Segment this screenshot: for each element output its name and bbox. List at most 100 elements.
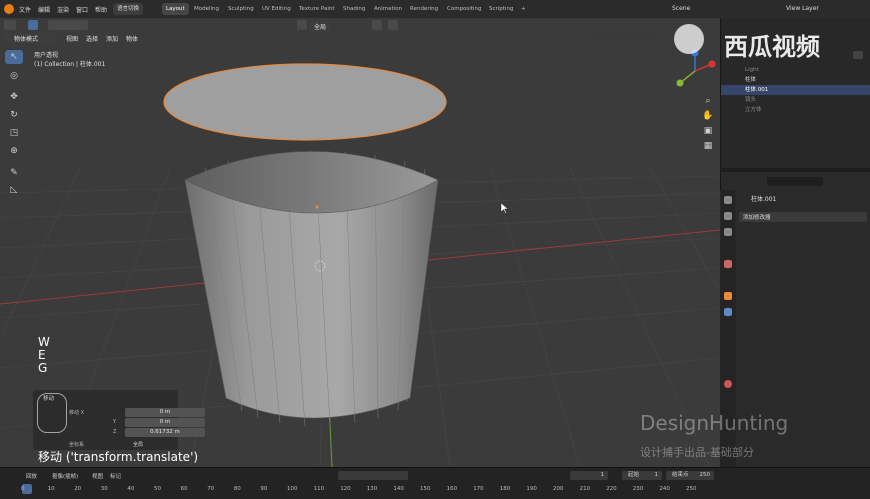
tab-texture-paint[interactable]: Texture Paint — [295, 3, 339, 15]
cursor-tool-icon[interactable]: ◎ — [5, 69, 23, 83]
camera-view-icon[interactable]: ▣ — [701, 124, 715, 138]
properties-search-field[interactable] — [767, 177, 823, 186]
operator-redo-panel[interactable]: 移动 移动 X 0 m Y 0 m Z 0.61732 m 坐标系 全局 — [33, 390, 205, 450]
operator-caption: 移动 ('transform.translate') — [38, 450, 199, 464]
tab-compositing[interactable]: Compositing — [443, 3, 485, 15]
ortho-grid-icon[interactable]: ▦ — [701, 139, 715, 153]
outliner-row[interactable]: 镜头 — [721, 95, 870, 105]
timeline-tick-label: 230 — [632, 486, 644, 492]
menu-window[interactable]: 窗口 — [76, 5, 88, 14]
timeline-tick-label: 190 — [526, 486, 537, 492]
scale-tool-icon[interactable]: ◳ — [5, 126, 23, 140]
timeline-tick-label: 240 — [659, 486, 670, 492]
orientation-label: 坐标系 — [69, 442, 85, 448]
tab-shading[interactable]: Shading — [339, 3, 369, 15]
tab-modeling[interactable]: Modeling — [190, 3, 223, 15]
annotate-tool-icon[interactable]: ✎ — [5, 166, 23, 180]
move-z-field[interactable]: 0.61732 m — [125, 428, 205, 437]
zoom-icon[interactable]: ⌕ — [701, 94, 715, 108]
timeline-tick-label: 180 — [499, 486, 511, 492]
outliner-filter-icon[interactable] — [853, 51, 863, 59]
move-tool-icon[interactable]: ✥ — [5, 90, 23, 104]
output-tab-icon[interactable] — [724, 228, 732, 236]
tab-scripting[interactable]: Scripting — [485, 3, 517, 15]
measure-tool-icon[interactable]: ◺ — [5, 183, 23, 197]
timeline-tick-label: 40 — [127, 486, 135, 492]
current-frame-field[interactable]: 1 — [570, 471, 608, 480]
language-switch-button[interactable]: 语言切换 — [113, 3, 144, 15]
timeline-tick-label: 120 — [340, 486, 351, 492]
timeline-tick-label: 210 — [579, 486, 591, 492]
add-workspace-button[interactable]: + — [517, 3, 530, 15]
blender-logo-icon[interactable] — [4, 4, 14, 14]
menu-marker[interactable]: 标记 — [110, 472, 121, 480]
outliner-row[interactable]: Light — [721, 65, 870, 75]
move-y-field[interactable]: 0 m — [125, 418, 205, 427]
orientation-value[interactable]: 全局 — [133, 441, 143, 448]
view-layer-selector[interactable]: View Layer — [786, 5, 819, 12]
outliner-row-label: 立方体 — [745, 107, 762, 113]
add-modifier-label: 添加修改器 — [743, 215, 771, 221]
menu-view[interactable]: 视图 — [66, 34, 78, 43]
menu-edit[interactable]: 编辑 — [38, 5, 50, 14]
menu-view[interactable]: 视图 — [92, 472, 103, 480]
timeline-tick-label: 140 — [393, 486, 404, 492]
outliner-row-selected[interactable]: 柱体.001 — [721, 85, 870, 95]
proportional-edit-icon[interactable] — [388, 20, 398, 30]
transform-tool-icon[interactable]: ⊕ — [5, 144, 23, 158]
orientation-dropdown[interactable]: 全局 — [310, 21, 331, 32]
tab-sculpting[interactable]: Sculpting — [224, 3, 258, 15]
tab-uv-editing[interactable]: UV Editing — [258, 3, 295, 15]
timeline-editor[interactable]: 回放 抠像(插帧) 视图 标记 1 起始 1 结束点 250 0 10 20 30 40… — [0, 467, 870, 499]
select-box-tool-icon[interactable] — [28, 20, 38, 30]
menu-select[interactable]: 选择 — [86, 34, 98, 43]
object-tab-icon[interactable] — [724, 292, 732, 300]
menu-object[interactable]: 物体 — [126, 34, 138, 43]
scene-tab-icon[interactable] — [724, 260, 732, 268]
rotate-tool-icon[interactable]: ↻ — [5, 108, 23, 122]
end-label: 结束点 — [672, 472, 689, 478]
select-mode-icons[interactable] — [48, 20, 88, 30]
tab-layout[interactable]: Layout — [162, 3, 189, 15]
timeline-tick-label: 50 — [154, 486, 161, 492]
end-frame-field[interactable]: 结束点 250 — [666, 471, 714, 480]
outliner-row[interactable]: 立方体 — [721, 105, 870, 115]
select-tool-icon[interactable]: ↖ — [5, 50, 23, 64]
key-g: G — [38, 361, 48, 375]
tab-rendering[interactable]: Rendering — [406, 3, 442, 15]
navigation-gizmo[interactable] — [672, 48, 718, 94]
render-tab-icon[interactable] — [724, 212, 732, 220]
move-z-label: Z — [113, 429, 117, 435]
editor-type-icon[interactable] — [4, 20, 16, 30]
tool-tab-icon[interactable] — [724, 196, 732, 204]
menu-render[interactable]: 渲染 — [57, 5, 69, 14]
start-frame-field[interactable]: 起始 1 — [622, 471, 662, 480]
outliner-row[interactable]: 柱体 — [721, 75, 870, 85]
mouse-pointer-icon — [500, 202, 509, 214]
outliner-row-label: 柱体.001 — [745, 87, 769, 93]
pan-hand-icon[interactable]: ✋ — [701, 109, 715, 123]
transform-orientation-icon[interactable] — [297, 20, 307, 30]
viewport-shading-icons[interactable] — [590, 33, 660, 43]
timeline-tick-label: 30 — [100, 486, 108, 492]
viewport-header: 全局 物体模式 视图 选择 添加 物体 — [0, 18, 720, 46]
timeline-tick-label: 150 — [420, 486, 431, 492]
outliner-row-label: 柱体 — [745, 77, 757, 83]
tab-animation[interactable]: Animation — [370, 3, 406, 15]
mode-dropdown[interactable]: 物体模式 — [4, 33, 56, 43]
snap-icon[interactable] — [372, 20, 382, 30]
menu-playback[interactable]: 回放 — [26, 472, 37, 480]
scene-selector[interactable]: Scene — [672, 5, 690, 12]
material-tab-icon[interactable] — [724, 380, 732, 388]
menu-add[interactable]: 添加 — [106, 34, 118, 43]
move-y-label: Y — [113, 419, 117, 425]
timeline-tick-label: 10 — [47, 486, 55, 492]
timeline-tick-label: 20 — [74, 486, 82, 492]
menu-keying[interactable]: 抠像(插帧) — [52, 472, 78, 480]
menu-file[interactable]: 文件 — [19, 5, 31, 14]
modifier-tab-icon[interactable] — [724, 308, 732, 316]
playback-controls[interactable] — [338, 471, 408, 480]
menu-help[interactable]: 帮助 — [95, 5, 107, 14]
move-x-field[interactable]: 0 m — [125, 408, 205, 417]
add-modifier-dropdown[interactable]: 添加修改器 — [739, 212, 867, 222]
